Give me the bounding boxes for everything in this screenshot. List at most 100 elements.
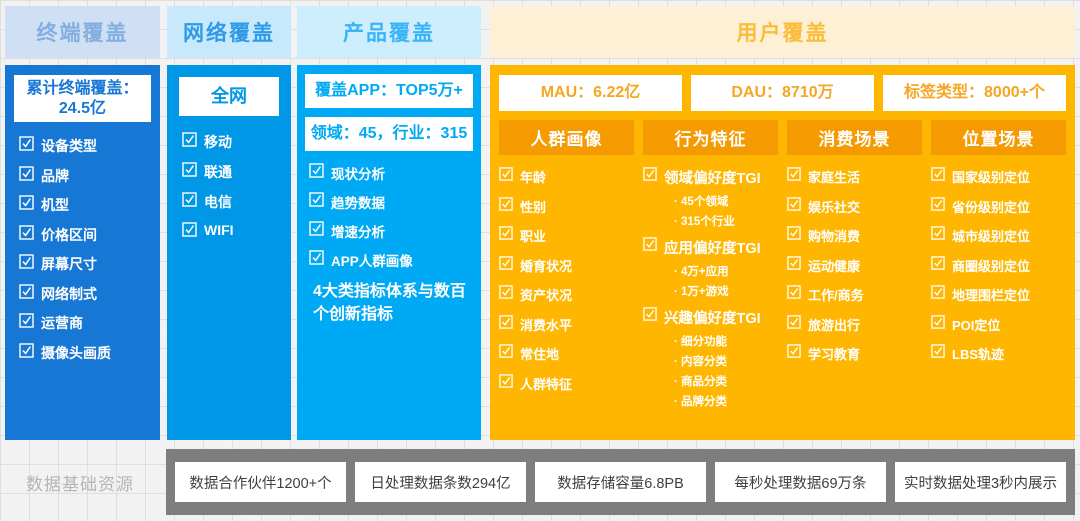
list-item: LBS轨迹 [931,344,1066,363]
list-item-label: 旅游出行 [808,317,861,333]
list-item-label: 网络制式 [41,285,97,302]
sub-item: 商品分类 [674,373,778,389]
checkbox-checked-icon [787,196,801,211]
checkbox-checked-icon [19,342,34,358]
list-item-label: 消费水平 [520,317,573,333]
checkbox-checked-icon [19,195,34,210]
list-item: 旅游出行 [787,314,922,334]
list-item: 趋势数据 [309,192,481,212]
user-tagtype-stat: 标签类型：8000+个 [883,75,1066,111]
column-terminal-body: 累计终端覆盖： 24.5亿 设备类型 品牌 机型 价格区间 屏幕尺寸 网络制式 … [5,65,160,440]
list-item: 资产状况 [499,285,634,304]
checkbox-checked-icon [787,314,801,329]
list-item: 应用偏好度TGI [643,237,778,258]
tab-persona[interactable]: 人群画像 [499,120,634,155]
user-category-tabs: 人群画像 行为特征 消费场景 位置场景 [490,111,1075,155]
list-item-label: 地理围栏定位 [952,288,1031,303]
list-item: 省份级别定位 [931,196,1066,216]
user-detail-columns: 年龄 性别 职业 婚育状况 资产状况 消费水平 常住地 人群特征 领域偏好度TG… [490,155,1075,417]
terminal-total-stat: 累计终端覆盖： 24.5亿 [14,75,151,122]
list-item: 常住地 [499,344,634,363]
user-group-behavior: 领域偏好度TGI 45个领域 315个行业 应用偏好度TGI 4万+应用 1万+… [643,167,778,417]
network-scope-stat: 全网 [179,77,279,116]
list-item: 城市级别定位 [931,226,1066,245]
column-network-coverage: 网络覆盖 全网 移动 联通 电信 WIFI [167,6,291,440]
list-item-label: 学习教育 [808,347,861,362]
list-item: 移动 [182,132,291,152]
list-item: 地理围栏定位 [931,285,1066,304]
list-item: 增速分析 [309,221,481,241]
checkbox-checked-icon [182,162,197,177]
user-group-location: 国家级别定位 省份级别定位 城市级别定位 商圈级别定位 地理围栏定位 POI定位… [931,167,1066,417]
sub-item: 内容分类 [674,353,778,369]
user-group-persona: 年龄 性别 职业 婚育状况 资产状况 消费水平 常住地 人群特征 [499,167,634,417]
list-item-label: 现状分析 [331,167,385,182]
checkbox-checked-icon [309,192,324,207]
footer-chip-daily-records: 日处理数据条数294亿 [355,462,526,502]
list-item-label: 领域偏好度TGI [664,171,761,187]
column-product-header: 产品覆盖 [297,6,481,58]
list-item: 现状分析 [309,163,481,183]
list-item-label: 摄像头画质 [41,344,111,361]
list-item: 电信 [182,192,291,212]
tab-behavior[interactable]: 行为特征 [643,120,778,155]
terminal-attribute-list: 设备类型 品牌 机型 价格区间 屏幕尺寸 网络制式 运营商 摄像头画质 [19,136,160,363]
behavior-sublist: 45个领域 315个行业 [674,193,778,229]
sub-item: 细分功能 [674,333,778,349]
checkbox-checked-icon [499,196,513,211]
list-item: WIFI [182,222,291,238]
tab-location[interactable]: 位置场景 [931,120,1066,155]
list-item: APP人群画像 [309,250,481,270]
list-item-label: 资产状况 [520,288,573,303]
checkbox-checked-icon [19,254,34,269]
sub-item: 4万+应用 [674,263,778,279]
user-dau-stat: DAU：8710万 [691,75,874,111]
list-item-label: 机型 [41,197,69,213]
checkbox-checked-icon [787,255,801,270]
footer-chip-realtime: 实时数据处理3秒内展示 [895,462,1066,502]
column-product-body: 覆盖APP：TOP5万+ 领域：45，行业：315 现状分析 趋势数据 增速分析 [297,65,481,440]
user-mau-stat: MAU：6.22亿 [499,75,682,111]
checkbox-checked-icon [309,163,324,178]
list-item-label: 运营商 [41,315,83,331]
list-item-label: POI定位 [952,317,1001,333]
checkbox-checked-icon [499,255,513,270]
checkbox-checked-icon [309,221,324,236]
product-analysis-list: 现状分析 趋势数据 增速分析 APP人群画像 [309,163,481,270]
list-item-label: 应用偏好度TGI [664,241,761,257]
checkbox-checked-icon [499,344,513,358]
list-item-label: 年龄 [520,170,547,185]
user-stat-row: MAU：6.22亿 DAU：8710万 标签类型：8000+个 [490,65,1075,111]
checkbox-checked-icon [931,196,945,211]
list-item-label: 联通 [204,164,232,180]
checkbox-checked-icon [643,307,657,321]
list-item-label: 职业 [520,229,547,244]
tab-consumption[interactable]: 消费场景 [787,120,922,155]
checkbox-checked-icon [931,226,945,240]
list-item-label: 购物消费 [808,229,861,244]
list-item: 年龄 [499,167,634,186]
checkbox-checked-icon [19,224,34,240]
list-item: POI定位 [931,314,1066,334]
checkbox-checked-icon [19,136,34,151]
checkbox-checked-icon [931,167,945,181]
checkbox-checked-icon [309,250,324,265]
product-domain-stat: 领域：45，行业：315 [305,117,473,151]
checkbox-checked-icon [19,283,34,299]
checkbox-checked-icon [643,237,657,251]
list-item-label: 屏幕尺寸 [41,256,97,272]
list-item-label: LBS轨迹 [952,347,1005,362]
checkbox-checked-icon [19,313,34,328]
list-item-label: 国家级别定位 [952,170,1031,185]
checkbox-checked-icon [182,222,197,237]
list-item-label: 工作/商务 [808,288,864,303]
list-item: 屏幕尺寸 [19,254,160,274]
list-item-label: 城市级别定位 [952,229,1031,244]
list-item: 职业 [499,226,634,245]
list-item: 娱乐社交 [787,196,922,216]
footer-chip-bar: 数据合作伙伴1200+个 日处理数据条数294亿 数据存储容量6.8PB 每秒处… [166,449,1075,515]
checkbox-checked-icon [499,373,513,388]
list-item-label: 品牌 [41,167,69,184]
sub-item: 45个领域 [674,193,778,209]
checkbox-checked-icon [499,314,513,329]
